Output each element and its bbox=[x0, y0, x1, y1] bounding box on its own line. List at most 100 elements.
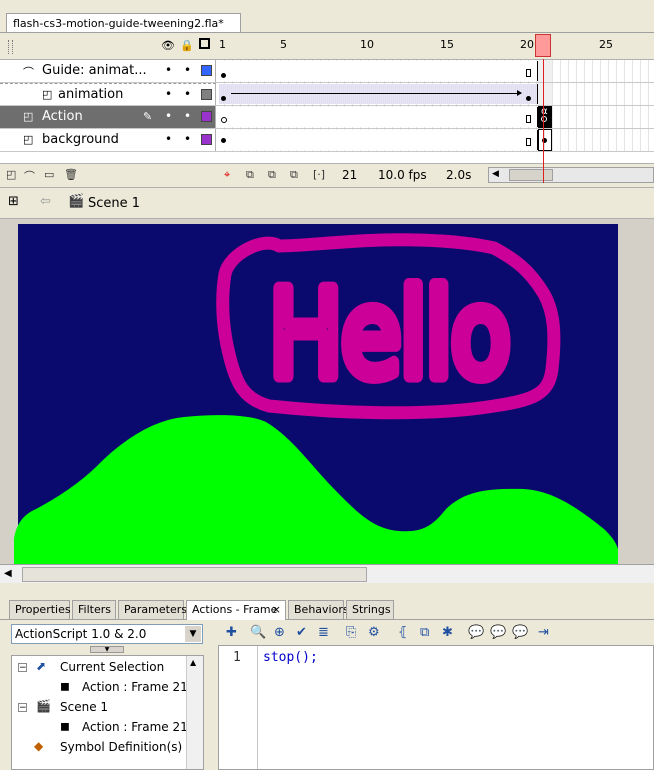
motion-tween-span[interactable] bbox=[219, 84, 538, 104]
close-tab-icon[interactable]: × bbox=[272, 601, 281, 619]
span-end-frame[interactable] bbox=[526, 69, 531, 77]
keyframe[interactable] bbox=[221, 73, 226, 78]
empty-keyframe[interactable] bbox=[221, 117, 227, 123]
frame-span[interactable] bbox=[219, 130, 538, 150]
collapse-between-braces-icon[interactable]: ⦃ bbox=[398, 625, 408, 640]
layer-frames[interactable]: α bbox=[217, 106, 654, 128]
scene-breadcrumb[interactable]: Scene 1 bbox=[88, 196, 140, 211]
tab-parameters[interactable]: Parameters bbox=[118, 600, 187, 619]
onion-skin-outlines-icon[interactable]: ⧉ bbox=[268, 168, 276, 182]
stage-hscrollbar[interactable]: ◀ bbox=[0, 564, 654, 584]
frame-span[interactable] bbox=[219, 107, 538, 127]
stage-scroll-thumb[interactable] bbox=[22, 567, 367, 582]
layer-name-cell[interactable]: ◰ background • • bbox=[0, 129, 216, 151]
code-line[interactable]: stop(); bbox=[263, 650, 318, 665]
expand-all-icon[interactable]: ✱ bbox=[442, 625, 453, 640]
tab-actions-frame[interactable]: Actions - Frame × bbox=[186, 600, 286, 620]
apply-line-comment-icon[interactable]: 💬 bbox=[490, 625, 506, 640]
tree-item-symbol-definitions[interactable]: Symbol Definition(s) bbox=[60, 740, 182, 754]
outline-icon[interactable] bbox=[199, 38, 210, 49]
tab-properties[interactable]: Properties bbox=[9, 600, 71, 619]
actionscript-version-select[interactable]: ActionScript 1.0 & 2.0 ▼ bbox=[11, 624, 203, 644]
onion-skin-icon[interactable]: ⧉ bbox=[246, 168, 254, 182]
tree-vscrollbar[interactable]: ▲ bbox=[186, 656, 203, 769]
keyframe[interactable] bbox=[526, 96, 531, 101]
insert-layer-icon[interactable]: ◰ bbox=[6, 168, 16, 181]
collapse-toggle[interactable]: − bbox=[18, 663, 27, 673]
visibility-dot[interactable]: • bbox=[165, 87, 172, 101]
layer-row-action[interactable]: ◰ Action ✎ • • α bbox=[0, 106, 654, 129]
check-syntax-icon[interactable]: ✔ bbox=[296, 625, 307, 640]
timeline-hscrollbar[interactable]: ◀ bbox=[488, 167, 654, 183]
lock-dot[interactable]: • bbox=[184, 87, 191, 101]
layer-outline-color[interactable] bbox=[201, 89, 212, 100]
timeline-scroll-thumb[interactable] bbox=[509, 169, 553, 181]
tree-item-current-selection[interactable]: Current Selection bbox=[60, 660, 164, 674]
lock-icon[interactable]: 🔒 bbox=[180, 39, 194, 52]
tree-item-scene[interactable]: Scene 1 bbox=[60, 700, 108, 714]
layer-frames[interactable] bbox=[217, 60, 654, 82]
lock-dot[interactable]: • bbox=[184, 132, 191, 146]
scroll-left-icon[interactable]: ◀ bbox=[492, 169, 499, 179]
keyframe[interactable] bbox=[221, 96, 226, 101]
chevron-down-icon[interactable]: ▼ bbox=[185, 626, 201, 642]
insert-target-path-icon[interactable]: ⊕ bbox=[274, 625, 285, 640]
remove-comment-icon[interactable]: 💬 bbox=[512, 625, 528, 640]
span-end-frame[interactable] bbox=[526, 138, 531, 146]
layer-name-cell[interactable]: ⌒ Guide: animat... • • bbox=[0, 60, 216, 82]
layer-name-cell[interactable]: ◰ Action ✎ • • bbox=[0, 106, 216, 128]
script-editor[interactable]: 1 stop(); bbox=[218, 645, 654, 770]
layer-name-cell[interactable]: ◰ animation • • bbox=[0, 83, 216, 105]
scroll-up-icon[interactable]: ▲ bbox=[190, 658, 196, 667]
back-arrow-icon[interactable]: ⇦ bbox=[40, 194, 51, 209]
layer-outline-color[interactable] bbox=[201, 134, 212, 145]
insert-folder-icon[interactable]: ▭ bbox=[44, 168, 54, 181]
collapse-toggle[interactable]: − bbox=[18, 703, 27, 713]
playhead[interactable] bbox=[535, 34, 551, 57]
frame-ruler[interactable]: 1 5 10 15 20 25 bbox=[216, 33, 654, 59]
tab-behaviors[interactable]: Behaviors bbox=[288, 600, 349, 619]
selected-action-keyframe[interactable]: α bbox=[538, 106, 552, 128]
tab-filters[interactable]: Filters bbox=[72, 600, 116, 619]
layer-row-animation[interactable]: ◰ animation • • bbox=[0, 83, 654, 106]
layer-row-background[interactable]: ◰ background • • bbox=[0, 129, 654, 152]
show-code-hint-icon[interactable]: ⎘ bbox=[346, 625, 356, 640]
toolbox-splitter-button[interactable]: ▼ bbox=[90, 646, 124, 653]
script-navigator-tree[interactable]: − ⬈ Current Selection ◼ Action : Frame 2… bbox=[11, 655, 204, 770]
layer-outline-color[interactable] bbox=[201, 65, 212, 76]
scroll-left-icon[interactable]: ◀ bbox=[4, 568, 12, 579]
modify-onion-markers-icon[interactable]: [·] bbox=[313, 168, 325, 181]
span-end-frame[interactable] bbox=[526, 115, 531, 123]
timeline-toggle-icon[interactable]: ⊞ bbox=[8, 194, 19, 209]
show-hide-toolbox-icon[interactable]: ⇥ bbox=[538, 625, 549, 640]
frame-span[interactable] bbox=[219, 61, 538, 81]
tree-item-action-frame[interactable]: Action : Frame 21 bbox=[82, 680, 188, 694]
keyframe[interactable] bbox=[221, 138, 226, 143]
layer-frames[interactable] bbox=[217, 129, 654, 151]
frame-cell[interactable] bbox=[538, 129, 552, 151]
visibility-dot[interactable]: • bbox=[165, 109, 172, 123]
document-tab[interactable]: flash-cs3-motion-guide-tweening2.fla* bbox=[6, 13, 241, 32]
debug-options-icon[interactable]: ⚙ bbox=[368, 625, 380, 640]
lock-dot[interactable]: • bbox=[184, 63, 191, 77]
visibility-dot[interactable]: • bbox=[165, 132, 172, 146]
tab-strings[interactable]: Strings bbox=[346, 600, 394, 619]
find-icon[interactable]: 🔍 bbox=[250, 625, 266, 640]
stage-canvas[interactable]: Hello bbox=[14, 224, 618, 564]
edit-multiple-frames-icon[interactable]: ⧉ bbox=[290, 168, 298, 182]
add-guide-layer-icon[interactable]: ⌒ bbox=[24, 168, 35, 184]
visibility-dot[interactable]: • bbox=[165, 63, 172, 77]
tree-item-action-frame[interactable]: Action : Frame 21 bbox=[82, 720, 188, 734]
apply-block-comment-icon[interactable]: 💬 bbox=[468, 625, 484, 640]
add-statement-icon[interactable]: ✚ bbox=[226, 625, 237, 640]
eye-icon[interactable]: 👁 bbox=[161, 39, 175, 52]
auto-format-icon[interactable]: ≣ bbox=[318, 625, 329, 640]
panel-gripper[interactable] bbox=[8, 40, 13, 54]
delete-layer-icon[interactable]: 🗑 bbox=[64, 168, 78, 181]
center-frame-icon[interactable]: ⌖ bbox=[224, 168, 230, 182]
layer-row-guide[interactable]: ⌒ Guide: animat... • • bbox=[0, 60, 654, 83]
layer-outline-color[interactable] bbox=[201, 111, 212, 122]
layer-frames[interactable] bbox=[217, 83, 654, 105]
collapse-selection-icon[interactable]: ⧉ bbox=[420, 625, 429, 640]
lock-dot[interactable]: • bbox=[184, 109, 191, 123]
